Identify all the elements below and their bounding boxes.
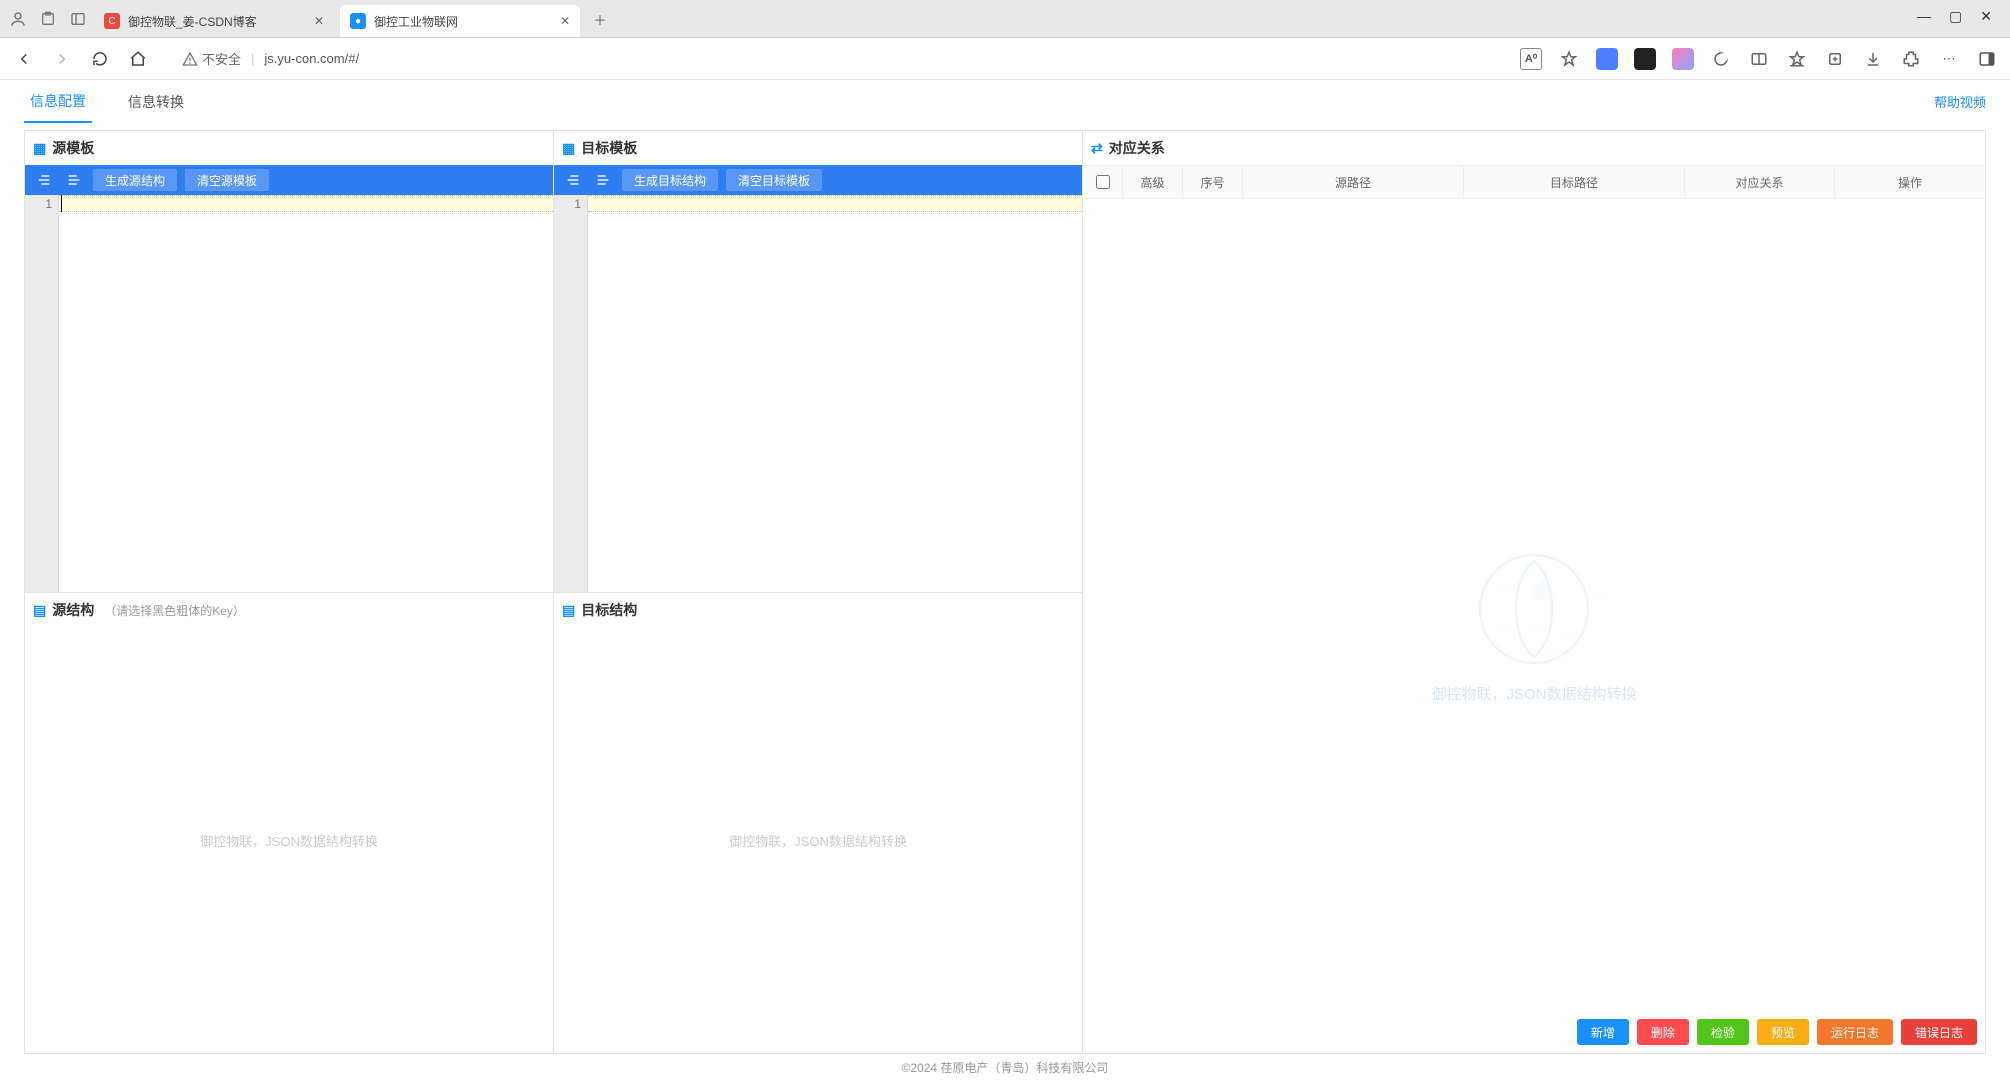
indent-left-icon[interactable]: [562, 169, 584, 191]
tab-title: 御控物联_姜-CSDN博客: [128, 13, 257, 30]
clear-target-template-button[interactable]: 清空目标模板: [726, 169, 822, 191]
browser-tab-1[interactable]: ● 御控工业物联网 ✕: [340, 5, 580, 37]
indent-left-icon[interactable]: [33, 169, 55, 191]
source-struct-watermark: 御控物联，JSON数据结构转换: [25, 627, 553, 1053]
page-tabs: 信息配置 信息转换 帮助视频: [0, 80, 2010, 124]
source-code-editor[interactable]: 1: [25, 195, 553, 592]
delete-button[interactable]: 删除: [1637, 1019, 1689, 1045]
ext-dark-icon[interactable]: [1634, 48, 1656, 70]
extensions-icon[interactable]: [1900, 48, 1922, 70]
minimize-button[interactable]: —: [1917, 8, 1931, 25]
sidebar-icon[interactable]: [68, 9, 88, 29]
col-premium: 高级: [1123, 166, 1183, 198]
favorites-bar-icon[interactable]: [1786, 48, 1808, 70]
new-tab-button[interactable]: ＋: [586, 5, 614, 33]
url-text: js.yu-con.com/#/: [264, 51, 359, 66]
browser-titlebar: C 御控物联_姜-CSDN博客 ✕ ● 御控工业物联网 ✕ ＋ — ▢ ✕: [0, 0, 2010, 38]
collections-icon[interactable]: [1824, 48, 1846, 70]
target-template-header: ▦ 目标模板: [554, 131, 1082, 165]
indent-right-icon[interactable]: [63, 169, 85, 191]
col-dst: 目标路径: [1464, 166, 1685, 198]
tab-info-config[interactable]: 信息配置: [24, 81, 92, 123]
page-footer: ©2024 荏原电产（青岛）科技有限公司: [0, 1054, 2010, 1080]
select-all-checkbox[interactable]: [1096, 175, 1110, 189]
ext-crescent-icon[interactable]: [1710, 48, 1732, 70]
errlog-button[interactable]: 错误日志: [1901, 1019, 1977, 1045]
workspace-icon[interactable]: [38, 9, 58, 29]
mapping-watermark: 御控物联，JSON数据结构转换: [1083, 199, 1985, 1053]
side-panel-icon[interactable]: [1976, 48, 1998, 70]
gen-source-struct-button[interactable]: 生成源结构: [93, 169, 177, 191]
col-op: 操作: [1835, 166, 1985, 198]
check-button[interactable]: 检验: [1697, 1019, 1749, 1045]
template-icon: ▦: [562, 140, 575, 157]
mapping-icon: ⇄: [1091, 140, 1103, 157]
target-struct-watermark: 御控物联，JSON数据结构转换: [554, 627, 1082, 1053]
ext-blue-icon[interactable]: [1596, 48, 1618, 70]
gen-target-struct-button[interactable]: 生成目标结构: [622, 169, 718, 191]
col-rel: 对应关系: [1685, 166, 1835, 198]
mapping-table-header: 高级 序号 源路径 目标路径 对应关系 操作: [1083, 165, 1985, 199]
forward-button[interactable]: [50, 47, 74, 71]
template-icon: ▦: [33, 140, 46, 157]
col-index: 序号: [1183, 166, 1243, 198]
mapping-action-bar: 新增 删除 检验 预览 运行日志 错误日志: [1577, 1019, 1977, 1045]
help-video-link[interactable]: 帮助视频: [1934, 92, 1986, 111]
back-button[interactable]: [12, 47, 36, 71]
downloads-icon[interactable]: [1862, 48, 1884, 70]
ext-pink-icon[interactable]: [1672, 48, 1694, 70]
target-gutter: 1: [554, 195, 588, 592]
split-screen-icon[interactable]: [1748, 48, 1770, 70]
target-editor-toolbar: 生成目标结构 清空目标模板: [554, 165, 1082, 195]
close-icon[interactable]: ✕: [314, 14, 324, 28]
url-field[interactable]: 不安全 | js.yu-con.com/#/: [174, 45, 367, 72]
preview-button[interactable]: 预览: [1757, 1019, 1809, 1045]
tab-title: 御控工业物联网: [374, 13, 458, 30]
runlog-button[interactable]: 运行日志: [1817, 1019, 1893, 1045]
source-editor-toolbar: 生成源结构 清空源模板: [25, 165, 553, 195]
indent-right-icon[interactable]: [592, 169, 614, 191]
home-button[interactable]: [126, 47, 150, 71]
mapping-header: ⇄ 对应关系: [1083, 131, 1985, 165]
col-src: 源路径: [1243, 166, 1464, 198]
read-aloud-icon[interactable]: A⁰: [1520, 48, 1542, 70]
target-struct-header: ▤ 目标结构: [554, 593, 1082, 627]
add-button[interactable]: 新增: [1577, 1019, 1629, 1045]
source-template-header: ▦ 源模板: [25, 131, 553, 165]
insecure-warning-icon: 不安全: [182, 49, 241, 68]
tab-info-convert[interactable]: 信息转换: [122, 82, 190, 122]
source-struct-header: ▤ 源结构 （请选择黑色粗体的Key）: [25, 593, 553, 627]
struct-icon: ▤: [33, 602, 46, 619]
favicon: ●: [350, 13, 366, 29]
favicon: C: [104, 13, 120, 29]
close-window-button[interactable]: ✕: [1980, 8, 1992, 25]
refresh-button[interactable]: [88, 47, 112, 71]
target-code-editor[interactable]: 1: [554, 195, 1082, 592]
struct-icon: ▤: [562, 602, 575, 619]
favorite-icon[interactable]: [1558, 48, 1580, 70]
clear-source-template-button[interactable]: 清空源模板: [185, 169, 269, 191]
maximize-button[interactable]: ▢: [1949, 8, 1962, 25]
browser-tab-0[interactable]: C 御控物联_姜-CSDN博客 ✕: [94, 5, 334, 37]
source-gutter: 1: [25, 195, 59, 592]
address-bar: 不安全 | js.yu-con.com/#/ A⁰: [0, 38, 2010, 80]
close-icon[interactable]: ✕: [560, 14, 570, 28]
profile-icon[interactable]: [8, 9, 28, 29]
more-icon[interactable]: ⋯: [1938, 48, 1960, 70]
